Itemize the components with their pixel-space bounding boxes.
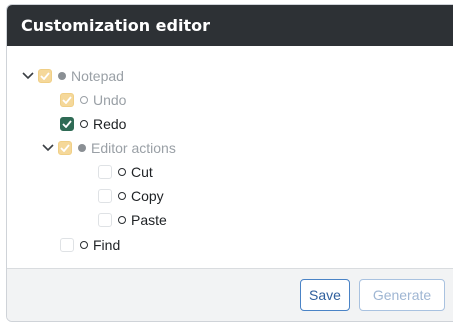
- dialog-title: Customization editor: [7, 5, 453, 46]
- tree-item-label: Editor actions: [91, 140, 176, 156]
- bullet-hollow-icon: [80, 96, 88, 104]
- checkbox-notepad[interactable]: [38, 69, 52, 83]
- tree-item-undo[interactable]: Undo: [60, 90, 126, 110]
- bullet-hollow-icon: [118, 216, 126, 224]
- tree-item-label: Paste: [131, 212, 167, 228]
- tree-view: Notepad Undo Redo Editor actions Cut Cop…: [7, 46, 453, 268]
- tree-item-label: Copy: [131, 188, 164, 204]
- checkbox-undo[interactable]: [60, 93, 74, 107]
- bullet-hollow-icon: [118, 192, 126, 200]
- bullet-filled-icon: [78, 144, 86, 152]
- checkbox-redo[interactable]: [60, 117, 74, 131]
- tree-item-label: Redo: [93, 116, 127, 132]
- tree-item-label: Find: [93, 237, 121, 253]
- tree-item-label: Cut: [131, 164, 153, 180]
- bullet-hollow-icon: [118, 168, 126, 176]
- chevron-down-icon[interactable]: [41, 141, 55, 155]
- dialog-footer: Save Generate: [7, 268, 453, 321]
- tree-item-editor-actions[interactable]: Editor actions: [41, 138, 176, 158]
- bullet-filled-icon: [58, 72, 66, 80]
- tree-item-cut[interactable]: Cut: [98, 162, 153, 182]
- tree-item-label: Notepad: [71, 68, 124, 84]
- checkbox-copy[interactable]: [98, 189, 112, 203]
- tree-item-redo[interactable]: Redo: [60, 114, 126, 134]
- tree-item-paste[interactable]: Paste: [98, 210, 167, 230]
- checkbox-editor-actions[interactable]: [58, 141, 72, 155]
- checkbox-find[interactable]: [60, 238, 74, 252]
- checkbox-paste[interactable]: [98, 213, 112, 227]
- generate-button[interactable]: Generate: [359, 279, 445, 311]
- tree-item-notepad[interactable]: Notepad: [21, 66, 124, 86]
- tree-item-find[interactable]: Find: [60, 235, 120, 255]
- customization-editor-dialog: Customization editor Notepad Undo Redo E…: [6, 4, 453, 322]
- tree-item-label: Undo: [93, 92, 127, 108]
- checkbox-cut[interactable]: [98, 165, 112, 179]
- bullet-hollow-icon: [80, 120, 88, 128]
- chevron-down-icon[interactable]: [21, 69, 35, 83]
- tree-item-copy[interactable]: Copy: [98, 186, 164, 206]
- save-button[interactable]: Save: [300, 279, 350, 311]
- bullet-hollow-icon: [80, 241, 88, 249]
